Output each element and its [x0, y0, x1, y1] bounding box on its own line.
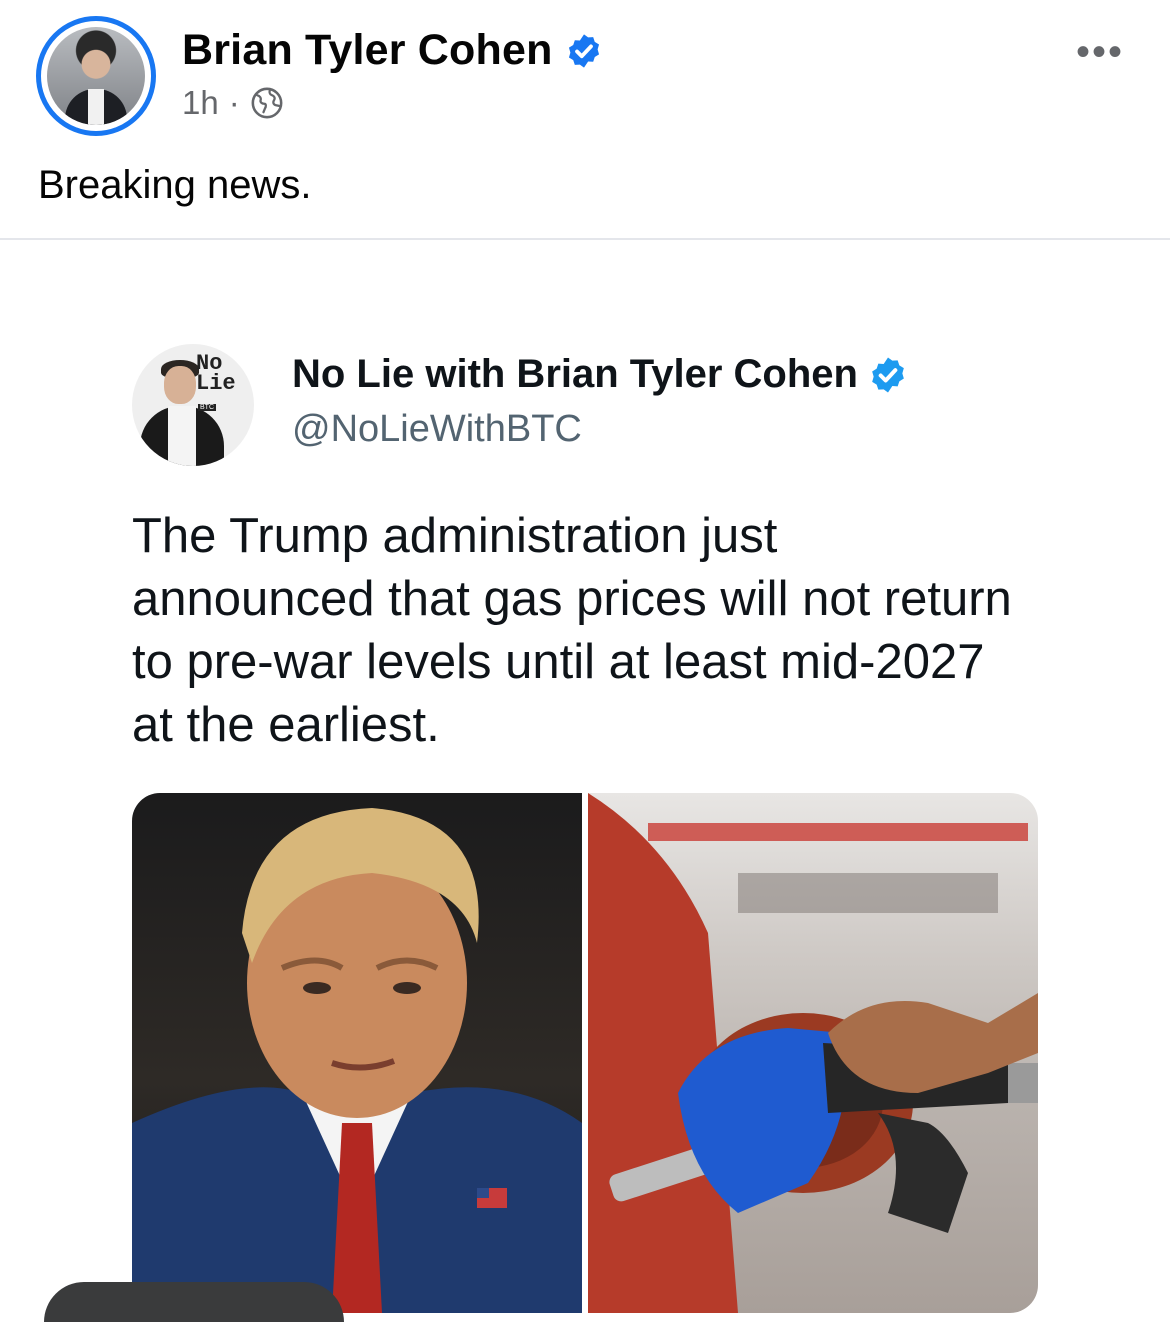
author-photo: [47, 27, 145, 125]
tweet-author-name: No Lie with Brian Tyler Cohen: [292, 352, 858, 396]
author-avatar[interactable]: [36, 16, 156, 136]
bottom-overlay: [44, 1282, 344, 1322]
tweet-avatar[interactable]: No Lie BTC: [132, 344, 254, 466]
author-name[interactable]: Brian Tyler Cohen: [182, 26, 553, 75]
post-time[interactable]: 1h: [182, 84, 219, 122]
tweet-media[interactable]: [132, 793, 1038, 1313]
post-meta: 1h ·: [182, 84, 284, 122]
portrait-image: [132, 793, 582, 1313]
tweet-avatar-logo-tag: BTC: [198, 404, 216, 411]
divider: [0, 238, 1170, 240]
author-row: Brian Tyler Cohen: [182, 26, 603, 75]
tweet-handle: @NoLieWithBTC: [292, 408, 582, 450]
tweet-text: The Trump administration just announced …: [132, 509, 1012, 752]
post-caption: Breaking news.: [38, 163, 312, 207]
gas-pump-image: [588, 793, 1038, 1313]
verified-badge-icon: [872, 357, 904, 392]
globe-icon: [251, 87, 283, 119]
meta-separator: ·: [228, 84, 240, 121]
tweet-author-row: No Lie with Brian Tyler Cohen: [292, 352, 908, 397]
verified-badge-icon: [568, 33, 599, 68]
more-options-icon[interactable]: •••: [1076, 30, 1124, 75]
tweet-avatar-logo: No Lie: [196, 351, 236, 396]
